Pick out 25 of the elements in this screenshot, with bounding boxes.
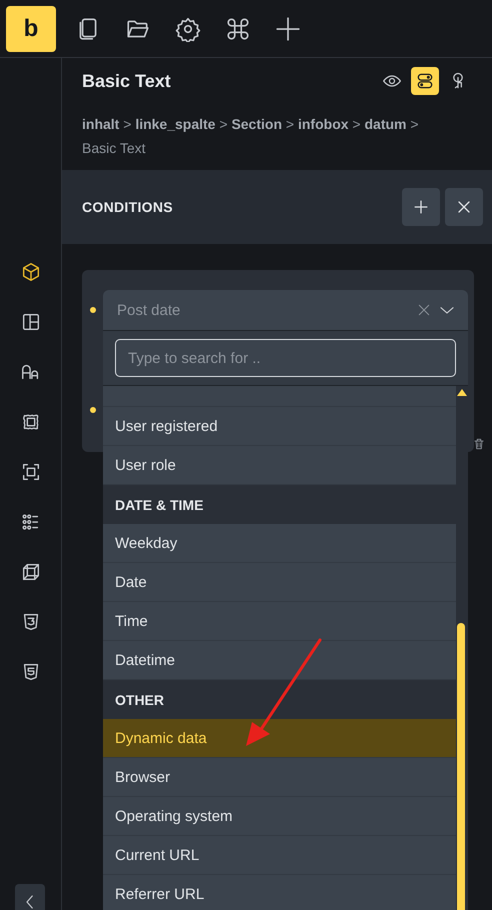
close-button[interactable] <box>445 188 483 226</box>
dropdown-option[interactable]: Referrer URL <box>103 875 456 910</box>
dropdown-option[interactable]: Weekday <box>103 524 456 563</box>
dropdown-option[interactable]: Datetime <box>103 641 456 680</box>
dropdown-option[interactable]: Time <box>103 602 456 641</box>
group-header: DATE & TIME <box>103 485 456 524</box>
bullet-dot <box>90 307 96 313</box>
dropdown-option[interactable]: Browser <box>103 758 456 797</box>
search-field[interactable]: Type to search for .. <box>115 339 456 377</box>
bullet-dot <box>90 407 96 413</box>
group-header: OTHER <box>103 680 456 719</box>
dropdown-option[interactable]: Dynamic data <box>103 719 456 758</box>
panel-title: Basic Text <box>82 70 172 92</box>
dropdown-option[interactable]: Current URL <box>103 836 456 875</box>
dropdown-option[interactable]: Date <box>103 563 456 602</box>
breadcrumb: inhalt > linke_spalte > Section > infobox > datum > Basic Text <box>82 115 420 158</box>
clear-icon[interactable] <box>416 302 432 318</box>
section-title: CONDITIONS <box>82 199 174 215</box>
toggle-stack-icon[interactable] <box>411 67 439 95</box>
scroll-up-icon[interactable] <box>457 389 467 396</box>
dropdown-option[interactable]: User role <box>103 446 456 485</box>
dropdown-option[interactable]: Operating system <box>103 797 456 836</box>
dropdown-option[interactable]: User registered <box>103 407 456 446</box>
logo[interactable]: b <box>6 6 56 52</box>
scrollbar-thumb[interactable] <box>457 623 465 910</box>
